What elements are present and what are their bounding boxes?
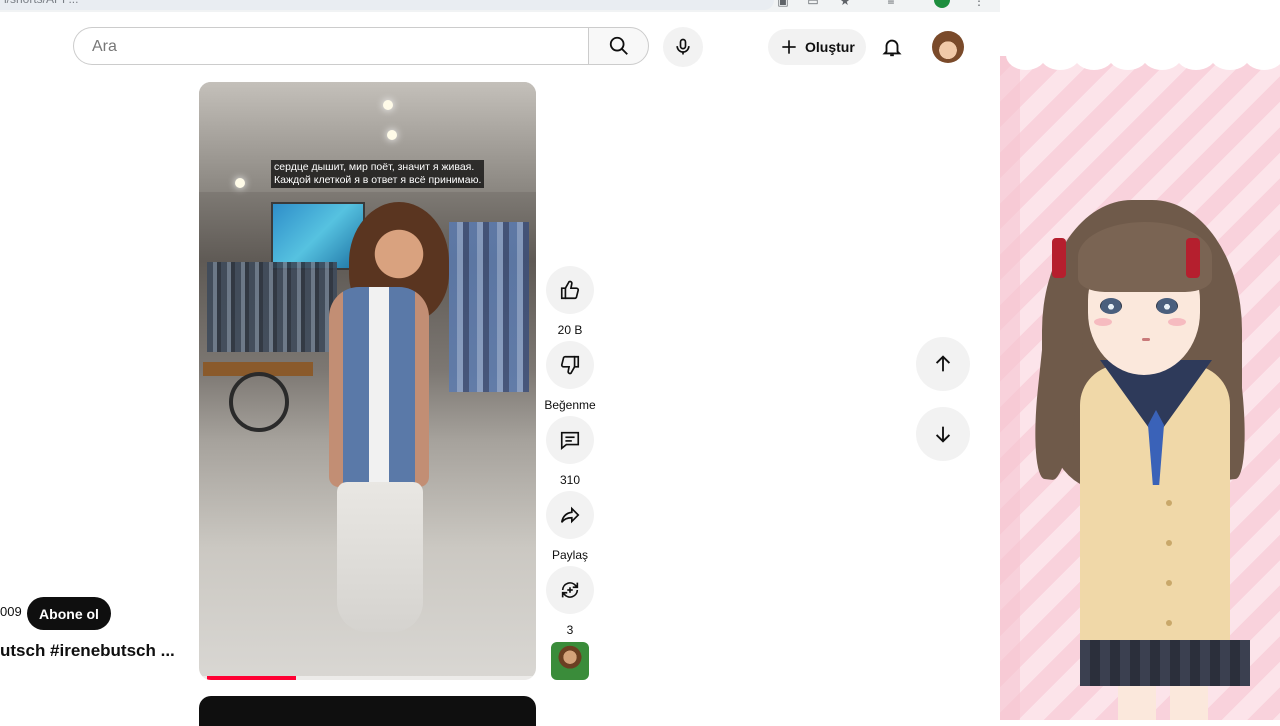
create-button[interactable]: Oluştur [768, 29, 866, 65]
video-subtitles: сердце дышит, мир поёт, значит я живая. … [271, 160, 485, 188]
next-short-preview[interactable] [199, 696, 536, 726]
comment-count: 310 [559, 473, 581, 487]
video-person-skirt [337, 482, 423, 632]
character-hair-ribbon-right [1186, 238, 1200, 278]
dislike-label: Beğenme [544, 398, 596, 412]
character-mouth [1142, 338, 1150, 341]
dislike-action: Beğenme [544, 341, 596, 412]
next-short-button[interactable] [916, 407, 970, 461]
like-count: 20 B [557, 323, 583, 337]
sound-thumbnail[interactable] [551, 642, 589, 680]
remix-icon [561, 582, 579, 598]
video-person-face [369, 210, 429, 290]
search-icon [609, 36, 628, 55]
menu-icon[interactable]: ⋮ [972, 0, 986, 8]
video-person-vest [329, 287, 429, 487]
previous-short-button[interactable] [916, 337, 970, 391]
character-button [1166, 580, 1172, 586]
thumbs-up-icon [560, 280, 580, 300]
browser-toolbar: l/shorts/APP... ▣ ▭ ★ ≡ ⋮ [0, 0, 1000, 12]
extension-icon[interactable]: ≡ [884, 0, 898, 8]
profile-dot[interactable] [934, 0, 950, 8]
video-scene-light [383, 100, 393, 110]
subtitle-line: сердце дышит, мир поёт, значит я живая. [274, 161, 475, 173]
comment-button[interactable] [546, 416, 594, 464]
subtitle-line: Каждой клеткой я в ответ я всё принимаю. [274, 174, 482, 186]
remix-action: 3 [546, 566, 594, 637]
video-scene-wheel [229, 372, 289, 432]
translate-icon[interactable]: ▣ [776, 0, 790, 8]
search-input[interactable] [90, 28, 574, 66]
video-scene-light [387, 130, 397, 140]
dislike-button[interactable] [546, 341, 594, 389]
panel-scallop [1244, 40, 1280, 70]
screen-icon[interactable]: ▭ [806, 0, 820, 8]
voice-search-button[interactable] [663, 27, 703, 67]
character-skirt [1080, 640, 1250, 686]
bell-icon [882, 39, 902, 57]
share-action: Paylaş [546, 491, 594, 562]
character-blush [1094, 318, 1112, 326]
character-legs [1118, 686, 1208, 720]
video-title[interactable]: utsch #irenebutsch ... [0, 641, 175, 661]
search-button[interactable] [588, 27, 649, 65]
video-progress-fill [207, 676, 296, 680]
subscribe-button[interactable]: Abone ol [27, 597, 111, 630]
remix-count: 3 [566, 623, 574, 637]
comment-action: 310 [546, 416, 594, 487]
search-box [73, 27, 588, 66]
character-hair-ribbon-left [1052, 238, 1066, 278]
character-eye-left [1100, 298, 1122, 314]
character-blush [1168, 318, 1186, 326]
shorts-video-player[interactable]: сердце дышит, мир поёт, значит я живая. … [199, 82, 536, 680]
character-eye-right [1156, 298, 1178, 314]
star-icon[interactable]: ★ [838, 0, 852, 8]
share-icon [560, 506, 580, 524]
arrow-down-icon [935, 426, 951, 443]
arrow-up-icon [935, 355, 951, 372]
video-scene-clothes-right [449, 222, 529, 392]
character-button [1166, 620, 1172, 626]
panel-edge [1000, 0, 1020, 720]
thumbs-down-icon [560, 355, 580, 375]
like-button[interactable] [546, 266, 594, 314]
channel-handle[interactable]: 009 [0, 604, 22, 619]
like-action: 20 B [546, 266, 594, 337]
character-button [1166, 540, 1172, 546]
create-label: Oluştur [805, 39, 855, 55]
video-scene-light [235, 178, 245, 188]
avatar[interactable] [932, 31, 964, 63]
plus-icon [782, 40, 796, 54]
remix-button[interactable] [546, 566, 594, 614]
share-button[interactable] [546, 491, 594, 539]
notifications-button[interactable] [872, 27, 912, 67]
address-bar[interactable]: l/shorts/APP... [0, 0, 774, 10]
character-button [1166, 500, 1172, 506]
video-scene-clothes-rack [207, 262, 337, 352]
comment-icon [560, 431, 580, 450]
share-label: Paylaş [551, 548, 589, 562]
mic-icon [676, 38, 690, 55]
vtuber-overlay-panel [1000, 0, 1280, 720]
